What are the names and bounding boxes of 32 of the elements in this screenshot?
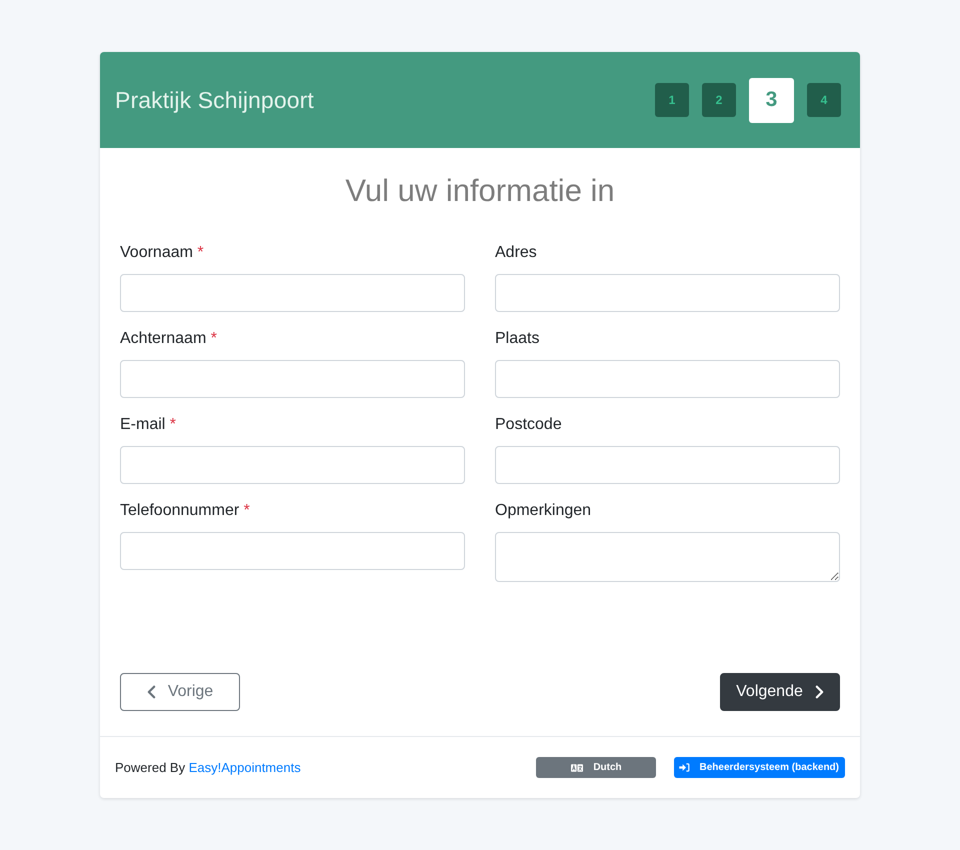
footer-link[interactable]: Easy!Appointments [188,760,301,775]
field-label: Postcode [495,415,562,435]
sign-in-icon [679,763,690,772]
back-button[interactable]: Vorige [120,673,240,711]
input-field[interactable] [120,532,465,570]
powered-by-text: Powered By Easy!Appointments [115,760,301,775]
field-label: E-mail * [120,415,176,435]
step-indicator[interactable]: 2 [702,83,736,117]
field-label: Adres [495,243,537,263]
field-label: Telefoonnummer * [120,501,250,521]
backend-button[interactable]: Beheerdersysteem (backend) [674,757,845,778]
textarea-field[interactable] [495,532,840,582]
field-label: Opmerkingen [495,501,592,521]
input-field[interactable] [495,360,840,398]
input-field[interactable] [120,360,465,398]
field-label: Plaats [495,329,540,349]
step-indicator[interactable]: 4 [807,83,841,117]
chevron-left-icon [146,685,156,699]
field-label: Voornaam * [120,243,204,263]
language-icon [571,764,584,772]
next-button[interactable]: Volgende [720,673,840,711]
form-title: Vul uw informatie in [344,173,616,209]
input-field[interactable] [495,446,840,484]
company-name: Praktijk Schijnpoort [115,86,314,114]
input-field[interactable] [495,274,840,312]
language-button[interactable]: Dutch [536,757,656,778]
input-field[interactable] [120,274,465,312]
field-label: Achternaam * [120,329,217,349]
step-indicator[interactable]: 1 [655,83,689,117]
input-field[interactable] [120,446,465,484]
step-indicator[interactable]: 3 [749,78,794,122]
chevron-right-icon [814,685,824,699]
